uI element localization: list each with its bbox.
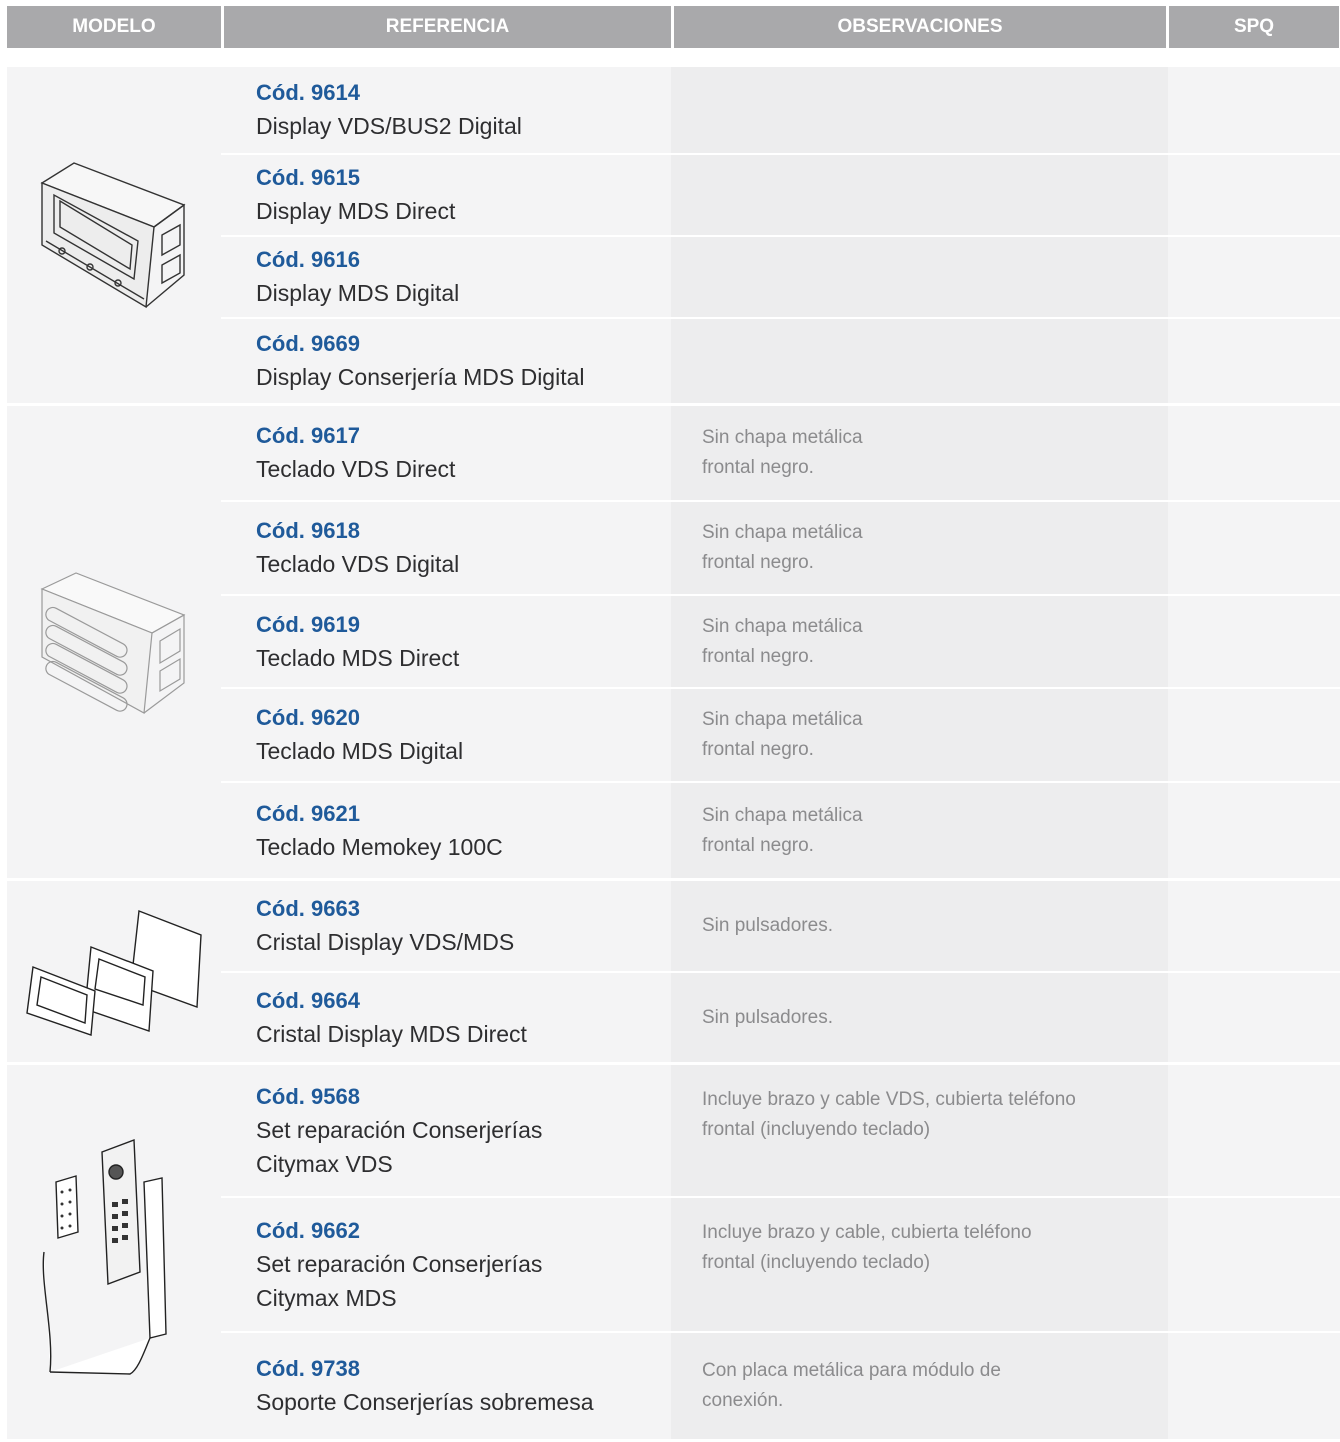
product-group-glass: Cód. 9663 Cristal Display VDS/MDS Sin pul…: [7, 881, 1340, 1065]
table-row: Cód. 9615 Display MDS Direct: [221, 155, 1340, 237]
product-desc: Display VDS/BUS2 Digital: [256, 113, 522, 139]
table-row: Cód. 9664 Cristal Display MDS Direct Sin …: [221, 973, 1340, 1062]
display-module-icon: [7, 67, 221, 403]
spq-cell: [1168, 1198, 1340, 1331]
product-obs: Con placa metálica para módulo de conexi…: [702, 1360, 1001, 1411]
product-desc: Set reparación Conserjerías Citymax VDS: [256, 1116, 543, 1177]
table-row: Cód. 9662 Set reparación Conserjerías Cit…: [221, 1198, 1340, 1333]
table-row: Cód. 9663 Cristal Display VDS/MDS Sin pul…: [221, 881, 1340, 973]
product-group-displays: Cód. 9614 Display VDS/BUS2 Digital Cód. 9…: [7, 67, 1340, 406]
table-row: Cód. 9617 Teclado VDS Direct Sin chapa me…: [221, 406, 1340, 502]
header-referencia: REFERENCIA: [221, 6, 671, 48]
spq-cell: [1168, 973, 1340, 1062]
table-row: Cód. 9621 Teclado Memokey 100C Sin chapa …: [221, 783, 1340, 878]
product-obs: Sin chapa metálica frontal negro.: [702, 522, 863, 573]
product-code: Cód. 9663: [256, 896, 360, 921]
product-obs: Sin chapa metálica frontal negro.: [702, 804, 863, 856]
table-row: Cód. 9619 Teclado MDS Direct Sin chapa me…: [221, 596, 1340, 689]
spq-cell: [1168, 689, 1340, 781]
product-desc: Cristal Display VDS/MDS: [256, 929, 515, 955]
table-row: Cód. 9616 Display MDS Digital: [221, 237, 1340, 319]
header-modelo: MODELO: [7, 6, 221, 48]
product-code: Cód. 9619: [256, 611, 360, 637]
product-desc: Teclado VDS Digital: [256, 551, 460, 577]
product-desc: Teclado VDS Direct: [256, 456, 456, 482]
product-obs: Sin pulsadores.: [702, 1006, 833, 1028]
concierge-phone-icon: [7, 1065, 221, 1439]
spq-cell: [1168, 155, 1340, 235]
product-obs: Sin chapa metálica frontal negro.: [702, 709, 863, 760]
product-code: Cód. 9615: [256, 165, 360, 190]
table-row: Cód. 9618 Teclado VDS Digital Sin chapa m…: [221, 502, 1340, 596]
product-desc: Soporte Conserjerías sobremesa: [256, 1389, 594, 1415]
spq-cell: [1168, 502, 1340, 594]
product-code: Cód. 9620: [256, 705, 360, 730]
product-code: Cód. 9664: [256, 987, 360, 1013]
spq-cell: [1168, 319, 1340, 403]
table-row: Cód. 9738 Soporte Conserjerías sobremesa …: [221, 1333, 1340, 1439]
product-desc: Teclado MDS Digital: [256, 738, 464, 764]
table-row: Cód. 9614 Display VDS/BUS2 Digital: [221, 67, 1340, 155]
product-code: Cód. 9614: [256, 80, 360, 105]
product-group-keypads: Cód. 9617 Teclado VDS Direct Sin chapa me…: [7, 406, 1340, 881]
spq-cell: [1168, 596, 1340, 687]
product-code: Cód. 9621: [256, 800, 360, 826]
spq-cell: [1168, 237, 1340, 317]
product-obs: Sin pulsadores.: [702, 915, 833, 936]
product-desc: Cristal Display MDS Direct: [256, 1020, 527, 1047]
product-code: Cód. 9669: [256, 331, 360, 356]
glass-panels-icon: [7, 881, 221, 1062]
product-desc: Set reparación Conserjerías Citymax MDS: [256, 1250, 543, 1311]
header-observaciones: OBSERVACIONES: [671, 6, 1166, 48]
product-group-concierge: Cód. 9568 Set reparación Conserjerías Cit…: [7, 1065, 1340, 1442]
spq-cell: [1168, 67, 1340, 153]
product-table: Cód. 9614 Display VDS/BUS2 Digital Cód. 9…: [7, 67, 1340, 1442]
product-obs: Incluye brazo y cable VDS, cubierta telé…: [702, 1089, 1076, 1140]
product-desc: Teclado Memokey 100C: [256, 833, 503, 860]
product-code: Cód. 9738: [256, 1356, 360, 1381]
product-code: Cód. 9662: [256, 1217, 360, 1243]
product-obs: Incluye brazo y cable, cubierta teléfono…: [702, 1222, 1032, 1273]
spq-cell: [1168, 406, 1340, 500]
spq-cell: [1168, 1065, 1340, 1196]
product-obs: Sin chapa metálica frontal negro.: [702, 615, 863, 667]
product-desc: Display MDS Direct: [256, 198, 456, 224]
product-obs: Sin chapa metálica frontal negro.: [702, 427, 863, 478]
product-desc: Display MDS Digital: [256, 280, 460, 306]
keypad-module-icon: [7, 406, 221, 878]
product-code: Cód. 9618: [256, 518, 360, 543]
spq-cell: [1168, 1333, 1340, 1439]
product-desc: Display Conserjería MDS Digital: [256, 364, 585, 390]
spq-cell: [1168, 783, 1340, 878]
product-code: Cód. 9616: [256, 247, 360, 272]
product-code: Cód. 9568: [256, 1083, 360, 1109]
table-header: MODELO REFERENCIA OBSERVACIONES SPQ: [7, 6, 1339, 48]
spq-cell: [1168, 881, 1340, 971]
product-desc: Teclado MDS Direct: [256, 644, 460, 671]
table-row: Cód. 9669 Display Conserjería MDS Digital: [221, 319, 1340, 403]
product-code: Cód. 9617: [256, 423, 360, 448]
table-row: Cód. 9620 Teclado MDS Digital Sin chapa m…: [221, 689, 1340, 783]
header-spq: SPQ: [1166, 6, 1339, 48]
table-row: Cód. 9568 Set reparación Conserjerías Cit…: [221, 1065, 1340, 1198]
